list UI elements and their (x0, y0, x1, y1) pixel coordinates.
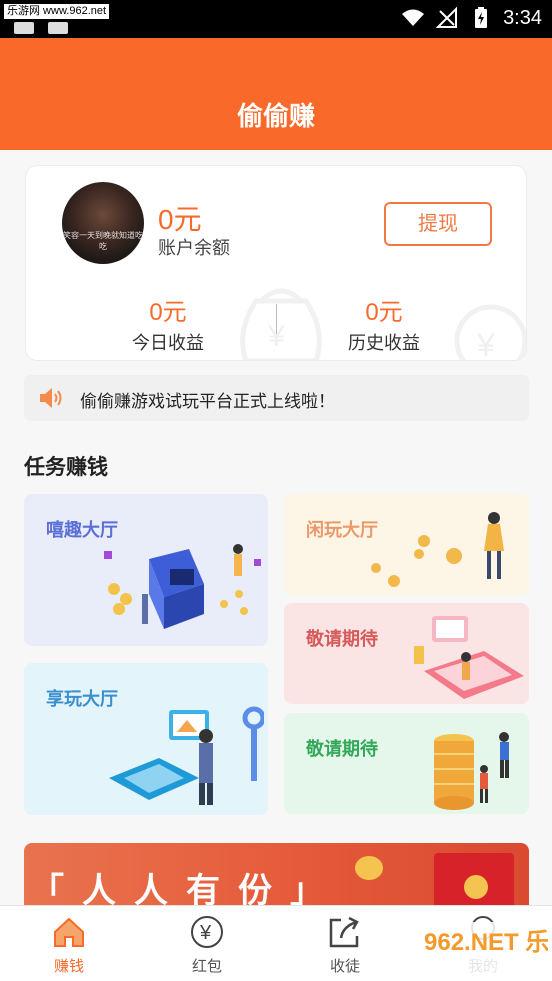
history-earnings-amount: 0元 (365, 299, 403, 326)
battery-icon (475, 7, 488, 28)
coin-stack-illustration (434, 732, 509, 810)
watermark-brand-text: 962.NET 乐游网 (424, 928, 548, 956)
clock: 3:34 (503, 6, 542, 29)
coins-girl-illustration (371, 512, 504, 587)
task-tile-coming-soon-2[interactable]: 敬请期待 (284, 713, 529, 814)
red-envelope-icon (434, 853, 514, 909)
key-screen-illustration (109, 706, 264, 805)
site-watermark-logo: 962.NET 乐游网 (418, 922, 548, 974)
watermark-text: 乐游网 www.962.net (4, 4, 110, 19)
nav-label-redpacket: 红包 (191, 958, 222, 975)
today-earnings-label: 今日收益 (132, 333, 204, 353)
coin-icon (355, 856, 383, 880)
promo-banner[interactable]: 「人人有份」 (24, 843, 529, 909)
nav-tab-earn[interactable]: 赚钱 (0, 906, 138, 981)
announcement-text: 偷偷赚游戏试玩平台正式上线啦！ (80, 392, 335, 411)
withdraw-button[interactable]: 提现 (384, 202, 492, 246)
app-header: 偷偷赚 (0, 38, 552, 150)
task-tile-label: 敬请期待 (306, 629, 378, 649)
banner-text: 「人人有份」 (30, 872, 342, 909)
nav-label-apprentice: 收徒 (329, 958, 360, 975)
history-earnings-label: 历史收益 (348, 333, 420, 353)
announcement-bar[interactable]: 偷偷赚游戏试玩平台正式上线啦！ (24, 375, 529, 421)
task-tile-xiangwan[interactable]: 享玩大厅 (24, 663, 268, 815)
speaker-icon (40, 388, 62, 408)
phone-illustration (414, 616, 524, 699)
game-console-illustration (104, 544, 261, 629)
nav-tab-redpacket[interactable]: ¥ 红包 (138, 906, 276, 981)
balance-label: 账户余额 (158, 238, 230, 258)
avatar-caption: 笑容一天到晚就知道吃吃 (63, 231, 143, 251)
yen-coin-icon: ¥ (191, 916, 223, 948)
page-title: 偷偷赚 (236, 101, 315, 131)
share-icon (329, 916, 359, 948)
task-tile-xiqu[interactable]: 嘻趣大厅 (24, 494, 268, 646)
task-tile-coming-soon-1[interactable]: 敬请期待 (284, 603, 529, 704)
today-earnings-amount: 0元 (149, 299, 187, 326)
today-earnings: 0元 今日收益 (98, 292, 238, 355)
section-title: 任务赚钱 (24, 456, 108, 479)
stat-divider (276, 304, 277, 334)
wifi-icon (402, 9, 425, 26)
home-icon (54, 917, 84, 947)
task-tile-xianwan[interactable]: 闲玩大厅 (284, 494, 529, 595)
notification-icons (14, 22, 68, 34)
account-card: ¥ ¥ 笑容一天到晚就知道吃吃 0元 账户余额 提现 0元 今日收益 0元 历史… (25, 165, 527, 361)
nav-label-earn: 赚钱 (53, 958, 84, 975)
status-bar: 乐游网 www.962.net 3:34 (0, 0, 552, 38)
task-tile-label: 敬请期待 (306, 739, 378, 759)
coin-decoration: ¥ (454, 304, 526, 361)
signal-icon (435, 6, 458, 28)
balance-amount: 0元 (158, 204, 202, 235)
history-earnings: 0元 历史收益 (314, 292, 454, 355)
svg-text:¥: ¥ (476, 327, 495, 361)
nav-tab-apprentice[interactable]: 收徒 (276, 906, 414, 981)
svg-text:¥: ¥ (199, 922, 212, 944)
avatar[interactable]: 笑容一天到晚就知道吃吃 (62, 182, 144, 264)
